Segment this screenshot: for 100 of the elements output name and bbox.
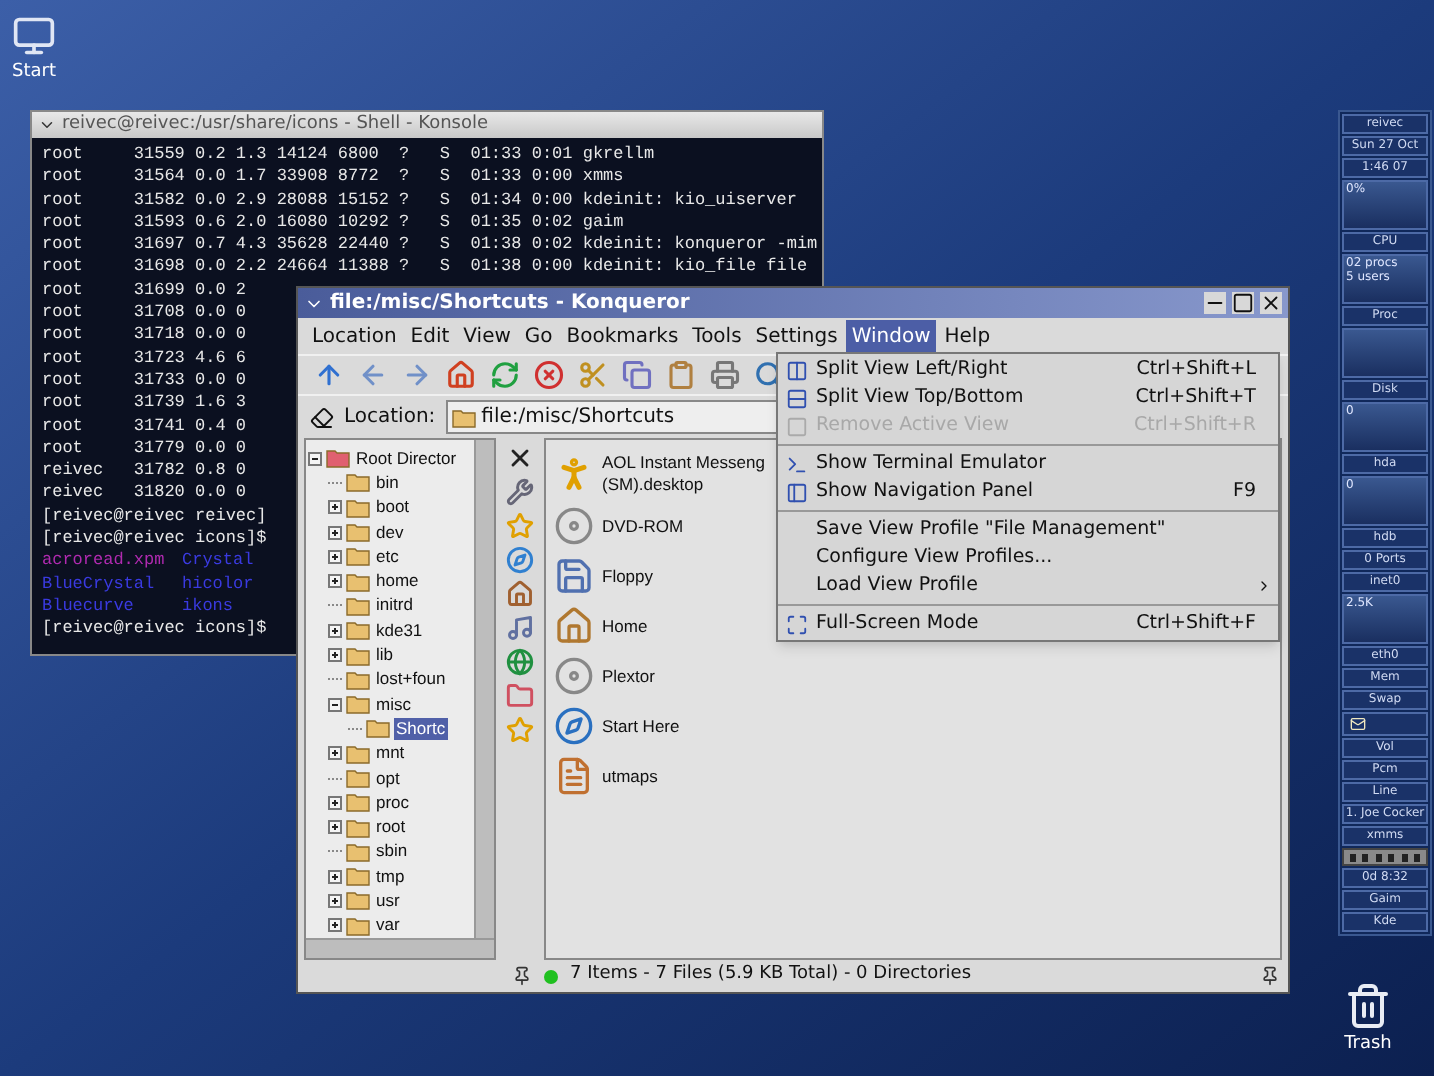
tree-item[interactable]: sbin [374, 840, 410, 863]
computer-icon[interactable] [12, 12, 56, 60]
tree-item[interactable]: misc [374, 693, 413, 716]
file-name[interactable]: Home [602, 615, 648, 637]
folder-icon [346, 522, 370, 543]
menu-item[interactable]: Edit [404, 319, 456, 353]
minimize-icon[interactable] [1204, 292, 1226, 314]
tree-item[interactable]: opt [374, 767, 402, 789]
tree-item[interactable]: Root Director [354, 447, 459, 470]
file-name[interactable]: DVD-ROM [602, 515, 684, 537]
folder-icon [346, 571, 370, 592]
expand-icon[interactable] [328, 574, 342, 589]
tree-item[interactable]: proc [374, 791, 412, 814]
home-icon[interactable] [446, 360, 476, 390]
print-icon[interactable] [710, 360, 740, 390]
file-name[interactable]: Floppy [602, 565, 654, 587]
menu-item[interactable]: Split View Left/Right Ctrl+Shift+L [778, 356, 1278, 384]
copy-icon[interactable] [622, 360, 652, 390]
compass-icon[interactable] [506, 546, 534, 574]
file-name[interactable]: Start Here [602, 715, 680, 737]
star-icon[interactable] [506, 716, 534, 744]
tree-item[interactable]: usr [374, 889, 402, 912]
collapse-icon[interactable] [328, 697, 342, 712]
menu-item[interactable]: Save View Profile "File Management" [778, 516, 1278, 544]
home-icon[interactable] [506, 580, 534, 608]
expand-icon[interactable] [328, 795, 342, 810]
expand-icon[interactable] [328, 500, 342, 515]
collapse-icon[interactable] [308, 451, 322, 466]
maximize-icon[interactable] [1232, 292, 1254, 314]
close-icon[interactable] [1260, 292, 1282, 314]
file-name: acroread.xpm [42, 550, 167, 574]
expand-icon[interactable] [328, 869, 342, 884]
file-name[interactable]: utmaps [602, 765, 658, 787]
tree-item[interactable]: Shortc [394, 717, 448, 740]
star-icon[interactable] [506, 512, 534, 540]
menu-item[interactable]: Show Navigation Panel F9 [778, 478, 1278, 506]
expand-icon[interactable] [328, 549, 342, 564]
split-rows-icon [785, 387, 807, 409]
tree-item[interactable]: lib [374, 644, 396, 667]
menu-item[interactable]: View [457, 319, 517, 353]
menu-item[interactable]: Configure View Profiles... [778, 544, 1278, 572]
folder-icon [346, 694, 370, 715]
expand-icon[interactable] [328, 893, 342, 908]
tree-item[interactable]: var [374, 914, 402, 937]
menu-item[interactable]: Show Terminal Emulator [778, 450, 1278, 478]
menu-item[interactable]: Split View Top/Bottom Ctrl+Shift+T [778, 384, 1278, 412]
file-name[interactable]: Plextor [602, 665, 655, 687]
tree-item[interactable]: tmp [374, 865, 407, 888]
expand-icon[interactable] [328, 648, 342, 663]
expand-icon[interactable] [328, 746, 342, 761]
square-icon [785, 415, 807, 437]
tree-item[interactable]: boot [374, 496, 412, 519]
globe-icon[interactable] [506, 648, 534, 676]
folder-icon [346, 645, 370, 666]
menu-item[interactable]: Help [938, 319, 997, 353]
panel-icon [785, 481, 807, 503]
expand-icon[interactable] [328, 820, 342, 835]
folder-icon [346, 743, 370, 764]
stop-icon[interactable] [534, 360, 564, 390]
disc-icon [554, 506, 594, 546]
terminal-line: root 31708 0.0 0 [42, 302, 247, 325]
expand-icon[interactable] [328, 525, 342, 540]
pin-icon[interactable] [512, 966, 532, 986]
window-title: file:/misc/Shortcuts - Konqueror [330, 290, 692, 318]
scrollbar[interactable] [474, 440, 494, 938]
tree-item[interactable]: initrd [374, 594, 415, 617]
pin-icon[interactable] [1260, 966, 1280, 986]
tree-item[interactable]: mnt [374, 742, 407, 765]
folder-icon[interactable] [506, 682, 534, 710]
menu-item[interactable]: Window [845, 319, 937, 353]
tree-item[interactable]: home [374, 570, 421, 593]
menu-item[interactable]: Go [518, 319, 559, 353]
tree-item[interactable]: etc [374, 545, 401, 568]
tree-item[interactable]: root [374, 816, 408, 839]
expand-icon[interactable] [328, 918, 342, 933]
expand-icon[interactable] [328, 623, 342, 638]
player-buttons-drawing[interactable] [1342, 848, 1428, 866]
menu-item[interactable]: Tools [686, 319, 748, 353]
tree-item[interactable]: kde31 [374, 619, 425, 642]
desktop-icon-label[interactable]: Trash [1344, 1032, 1392, 1059]
tree-item[interactable]: lost+foun [374, 668, 448, 691]
file-name[interactable]: (SM).desktop [602, 474, 765, 496]
desktop-icon-label[interactable]: Start [12, 60, 56, 87]
tree-item[interactable]: dev [374, 521, 406, 544]
menu-item[interactable]: Bookmarks [560, 319, 685, 353]
terminal-line: root 31564 0.0 1.7 33908 8772 ? S 01:33 0:00 xmms [42, 166, 624, 190]
menu-item[interactable]: Location [306, 319, 403, 353]
close-icon[interactable] [506, 444, 534, 472]
scrollbar[interactable] [306, 938, 494, 958]
tree-item[interactable]: bin [374, 471, 401, 494]
menu-item[interactable]: Load View Profile [778, 572, 1278, 600]
music-icon[interactable] [506, 614, 534, 642]
window-menu-icon[interactable] [38, 116, 56, 134]
trash-icon[interactable] [1344, 980, 1392, 1032]
menu-item[interactable]: Full-Screen Mode Ctrl+Shift+F [778, 610, 1278, 638]
menu-item[interactable]: Settings [749, 319, 844, 353]
clear-location-icon[interactable] [310, 405, 334, 429]
document-icon [554, 756, 594, 796]
wrench-icon[interactable] [506, 478, 534, 506]
file-name[interactable]: AOL Instant Messeng [602, 452, 765, 474]
